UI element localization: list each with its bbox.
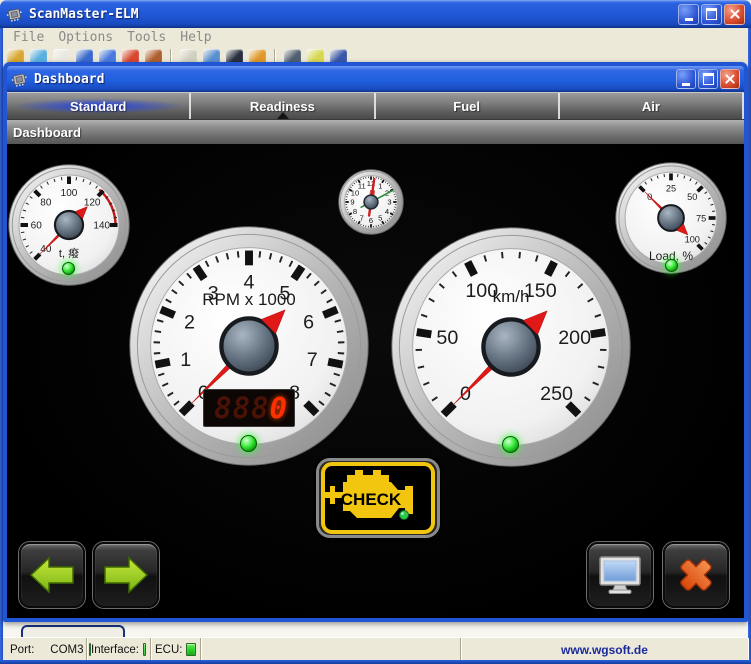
right-arrow-icon bbox=[103, 556, 149, 594]
svg-text:11: 11 bbox=[358, 182, 366, 191]
svg-text:4: 4 bbox=[385, 207, 389, 216]
website-text: www.wgsoft.de bbox=[461, 638, 748, 661]
svg-text:140: 140 bbox=[93, 221, 110, 232]
scanmaster-app: ScanMaster-ELM File Options Tools Help P… bbox=[0, 0, 751, 664]
gauge-face: 050100150200250 bbox=[391, 227, 631, 467]
display-mode-button[interactable] bbox=[587, 542, 653, 608]
svg-text:6: 6 bbox=[369, 216, 373, 225]
minimize-button[interactable] bbox=[676, 69, 696, 89]
svg-text:1: 1 bbox=[378, 182, 382, 191]
menu-options[interactable]: Options bbox=[58, 30, 113, 45]
window-border-bottom bbox=[0, 660, 751, 664]
menu-file[interactable]: File bbox=[13, 30, 44, 45]
minimize-button[interactable] bbox=[678, 4, 699, 25]
rpm-gauge: 012345678 RPM x 1000 8880 bbox=[129, 226, 369, 466]
ecu-label: ECU: bbox=[155, 644, 182, 656]
status-empty-panel bbox=[201, 638, 461, 661]
client-area-strip bbox=[3, 622, 748, 637]
dashboard-panel: 406080100120140 t, 癈 123456789101112 025… bbox=[7, 144, 744, 618]
digital-value: 0 bbox=[270, 391, 288, 425]
maximize-button[interactable] bbox=[698, 69, 718, 89]
svg-text:3: 3 bbox=[387, 198, 391, 207]
close-button[interactable] bbox=[724, 4, 745, 25]
speed-gauge-led bbox=[502, 436, 519, 453]
engine-load-gauge: 0255075100 Load, % bbox=[615, 162, 727, 274]
main-window-controls bbox=[678, 4, 745, 25]
digital-ghost-digits: 888 bbox=[214, 391, 269, 425]
chip-icon bbox=[11, 72, 28, 87]
menu-tools[interactable]: Tools bbox=[127, 30, 166, 45]
monitor-icon bbox=[598, 555, 642, 595]
svg-text:8: 8 bbox=[353, 207, 357, 216]
port-label: Port: bbox=[10, 644, 34, 656]
svg-text:50: 50 bbox=[687, 192, 697, 202]
minimize-icon bbox=[682, 83, 690, 86]
svg-text:60: 60 bbox=[31, 221, 43, 232]
close-button[interactable] bbox=[720, 69, 740, 89]
interface-status-indicator bbox=[143, 643, 146, 656]
dashboard-window-title: Dashboard bbox=[34, 72, 676, 87]
minimize-icon bbox=[685, 18, 693, 21]
dashboard-window-controls bbox=[676, 69, 740, 89]
tab-air[interactable]: Air bbox=[560, 93, 744, 119]
svg-text:6: 6 bbox=[303, 312, 314, 334]
maximize-button[interactable] bbox=[701, 4, 722, 25]
check-engine-button[interactable]: CHECK bbox=[316, 458, 440, 538]
tab-standard[interactable]: Standard bbox=[7, 93, 191, 119]
main-window-title: ScanMaster-ELM bbox=[29, 7, 678, 22]
port-value: COM3 bbox=[50, 644, 83, 656]
load-gauge-led bbox=[665, 259, 678, 272]
close-dashboard-button[interactable] bbox=[663, 542, 729, 608]
rpm-gauge-led bbox=[240, 435, 257, 452]
svg-text:75: 75 bbox=[696, 213, 706, 223]
svg-text:1: 1 bbox=[180, 349, 191, 371]
check-engine-icon: CHECK bbox=[319, 461, 437, 535]
menu-help[interactable]: Help bbox=[180, 30, 211, 45]
next-button[interactable] bbox=[93, 542, 159, 608]
left-arrow-icon bbox=[29, 556, 75, 594]
speed-gauge-title: km/h bbox=[391, 287, 631, 307]
status-interface-panel: Interface: bbox=[87, 638, 151, 661]
tab-fuel[interactable]: Fuel bbox=[376, 93, 560, 119]
svg-text:25: 25 bbox=[666, 183, 676, 193]
svg-text:9: 9 bbox=[350, 198, 354, 207]
temp-gauge-led bbox=[62, 262, 75, 275]
tab-marker-icon bbox=[277, 112, 289, 119]
status-ecu-panel: ECU: bbox=[151, 638, 201, 661]
main-titlebar: ScanMaster-ELM bbox=[0, 0, 751, 28]
close-icon bbox=[729, 8, 741, 20]
dashboard-window: Dashboard Standard Readiness Fuel Air Da… bbox=[3, 62, 748, 622]
dashboard-titlebar: Dashboard bbox=[7, 66, 744, 92]
rpm-digital-display: 8880 bbox=[203, 389, 295, 427]
menu-bar: File Options Tools Help bbox=[3, 28, 748, 48]
interface-label: Interface: bbox=[91, 644, 139, 656]
close-icon bbox=[724, 73, 736, 85]
svg-text:100: 100 bbox=[685, 235, 700, 245]
svg-text:2: 2 bbox=[184, 312, 195, 334]
maximize-icon bbox=[703, 73, 714, 85]
svg-text:7: 7 bbox=[307, 349, 318, 371]
svg-text:50: 50 bbox=[436, 327, 458, 349]
speed-gauge: 050100150200250 km/h bbox=[391, 227, 631, 467]
svg-text:7: 7 bbox=[360, 214, 364, 223]
chip-icon bbox=[6, 7, 23, 22]
rpm-gauge-title: RPM x 1000 bbox=[129, 290, 369, 310]
svg-text:200: 200 bbox=[558, 327, 591, 349]
gauge-face: 012345678 bbox=[129, 226, 369, 466]
svg-text:CHECK: CHECK bbox=[341, 490, 402, 509]
maximize-icon bbox=[706, 8, 717, 20]
orange-x-icon bbox=[674, 554, 718, 596]
section-header: Dashboard bbox=[7, 119, 744, 144]
previous-button[interactable] bbox=[19, 542, 85, 608]
svg-text:80: 80 bbox=[40, 197, 52, 208]
ecu-status-indicator bbox=[186, 643, 196, 656]
svg-text:5: 5 bbox=[378, 214, 382, 223]
svg-text:250: 250 bbox=[540, 383, 573, 405]
temp-gauge-label: t, 癈 bbox=[8, 245, 130, 261]
tab-strip: Standard Readiness Fuel Air bbox=[7, 92, 744, 119]
status-port-panel: Port: COM3 bbox=[3, 638, 87, 661]
coolant-temperature-gauge: 406080100120140 t, 癈 bbox=[8, 164, 130, 286]
status-bar: Port: COM3 Interface: ECU: www.wgsoft.de bbox=[3, 637, 748, 661]
svg-text:100: 100 bbox=[61, 188, 78, 199]
